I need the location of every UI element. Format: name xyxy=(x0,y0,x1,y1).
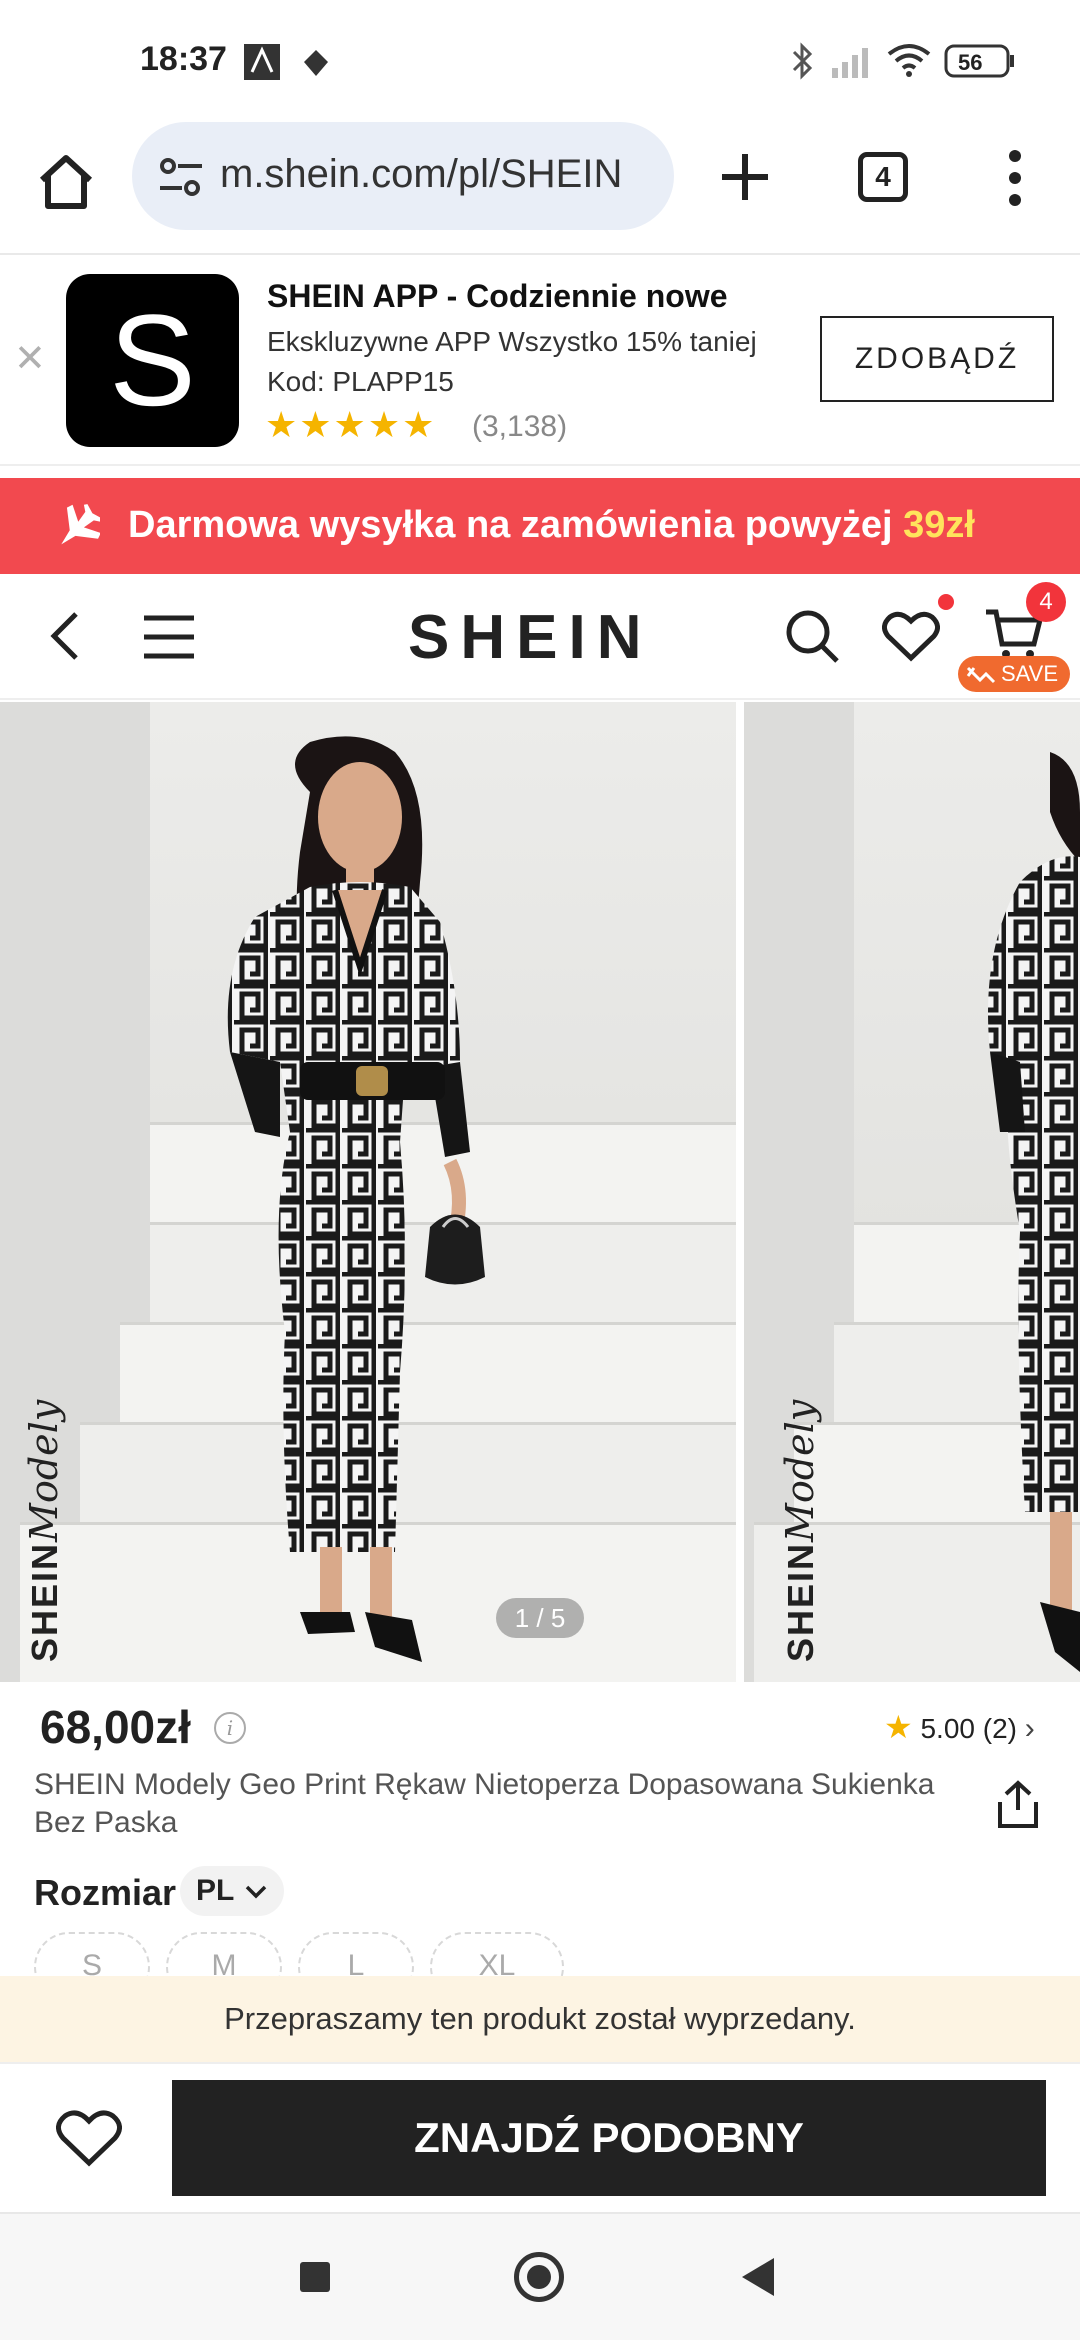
image-counter: 1 / 5 xyxy=(496,1598,584,1638)
home-circle-icon[interactable] xyxy=(514,2252,564,2302)
home-circle-inner xyxy=(527,2265,551,2289)
system-navigation-bar xyxy=(0,2212,1080,2340)
wishlist-heart-icon[interactable] xyxy=(882,610,940,667)
status-bar: 18:37 56 xyxy=(0,0,1080,120)
watermark-script: Modely xyxy=(22,1399,66,1542)
rating-value: 5.00 (2) xyxy=(920,1713,1017,1744)
watermark-brand: SHEIN xyxy=(780,1541,821,1662)
site-settings-icon[interactable] xyxy=(158,156,204,203)
home-icon[interactable] xyxy=(34,150,98,214)
hamburger-menu-icon[interactable] xyxy=(142,614,196,665)
model-dress-illustration xyxy=(227,736,485,1662)
size-label: Rozmiar xyxy=(34,1872,177,1913)
back-triangle-icon[interactable] xyxy=(742,2258,774,2296)
product-price: 68,00zł xyxy=(40,1701,191,1753)
chevron-right-icon: › xyxy=(1024,1712,1035,1745)
shipping-message: Darmowa wysyłka na zamówienia powyżej xyxy=(128,504,904,546)
product-title: SHEIN Modely Geo Print Rękaw Nietoperza … xyxy=(34,1768,935,1839)
bluetooth-icon xyxy=(790,42,814,85)
product-image-gallery[interactable]: SHEINModely 1 / 5 SHEINModely xyxy=(0,702,1080,1682)
battery-level: 56 xyxy=(958,50,983,75)
star-icon: ★ xyxy=(884,1709,913,1745)
url-text[interactable]: m.shein.com/pl/SHEIN xyxy=(220,152,660,197)
address-bar[interactable]: m.shein.com/pl/SHEIN xyxy=(132,122,674,230)
app-banner-code: Kod: PLAPP15 xyxy=(267,366,454,397)
share-icon[interactable] xyxy=(994,1780,1042,1835)
product-photo[interactable]: SHEINModely 1 / 5 xyxy=(0,702,736,1682)
close-icon[interactable]: ✕ xyxy=(14,336,46,381)
overflow-menu-icon[interactable] xyxy=(1000,148,1030,208)
info-icon[interactable]: i xyxy=(214,1712,246,1744)
shein-logo[interactable]: SHEIN xyxy=(408,602,652,673)
notification-app-icon xyxy=(244,44,280,85)
recent-apps-icon[interactable] xyxy=(300,2262,330,2292)
free-shipping-banner[interactable]: Darmowa wysyłka na zamówienia powyżej 39… xyxy=(0,478,1080,574)
signal-icon xyxy=(830,46,870,83)
notification-app-icon-2 xyxy=(300,48,332,83)
app-rating-count: (3,138) xyxy=(472,410,568,443)
model-dress-illustration xyxy=(988,752,1080,1672)
back-arrow-icon[interactable] xyxy=(48,610,84,667)
add-to-wishlist-heart-icon[interactable] xyxy=(56,2108,122,2173)
shein-app-logo: S xyxy=(66,274,239,447)
browser-toolbar: m.shein.com/pl/SHEIN 4 xyxy=(0,120,1080,255)
find-similar-button[interactable]: ZNAJDŹ PODOBNY xyxy=(172,2080,1046,2196)
get-app-button[interactable]: ZDOBĄDŹ xyxy=(820,316,1054,402)
app-banner-promo: Ekskluzywne APP Wszystko 15% taniej xyxy=(267,326,757,357)
watermark-brand: SHEIN xyxy=(24,1541,65,1662)
status-time: 18:37 xyxy=(140,40,227,78)
save-label: SAVE xyxy=(1000,661,1058,686)
bottom-action-bar: ZNAJDŹ PODOBNY xyxy=(0,2062,1080,2210)
new-tab-plus-icon[interactable] xyxy=(718,150,772,204)
app-banner-title: SHEIN APP - Codziennie nowe xyxy=(267,278,728,314)
sold-out-notice: Przepraszamy ten produkt został wyprzeda… xyxy=(0,1976,1080,2062)
cart-count-badge: 4 xyxy=(1026,582,1066,622)
save-badge[interactable]: SAVE xyxy=(958,656,1070,692)
brand-watermark: SHEINModely xyxy=(778,1400,822,1662)
star-rating-icon: ★★★★★ xyxy=(265,404,437,445)
site-header: SHEIN 4 SAVE xyxy=(0,576,1080,700)
wishlist-notification-dot xyxy=(938,594,954,610)
product-rating[interactable]: ★ 5.00 (2) › xyxy=(884,1708,1035,1746)
airplane-icon xyxy=(48,500,102,557)
watermark-script: Modely xyxy=(778,1399,822,1542)
search-icon[interactable] xyxy=(784,608,840,669)
size-system-value: PL xyxy=(196,1874,235,1907)
product-photo-next[interactable]: SHEINModely xyxy=(744,702,1080,1682)
chevron-down-icon xyxy=(245,1885,267,1899)
shipping-text: Darmowa wysyłka na zamówienia powyżej 39… xyxy=(128,504,975,547)
brand-watermark: SHEINModely xyxy=(22,1400,66,1662)
size-system-select[interactable]: PL xyxy=(180,1866,284,1916)
tab-switcher-icon[interactable]: 4 xyxy=(858,152,908,202)
wifi-icon xyxy=(886,42,932,83)
shipping-threshold: 39zł xyxy=(903,504,975,546)
app-install-banner: ✕ S SHEIN APP - Codziennie nowe Ekskluzy… xyxy=(0,256,1080,466)
